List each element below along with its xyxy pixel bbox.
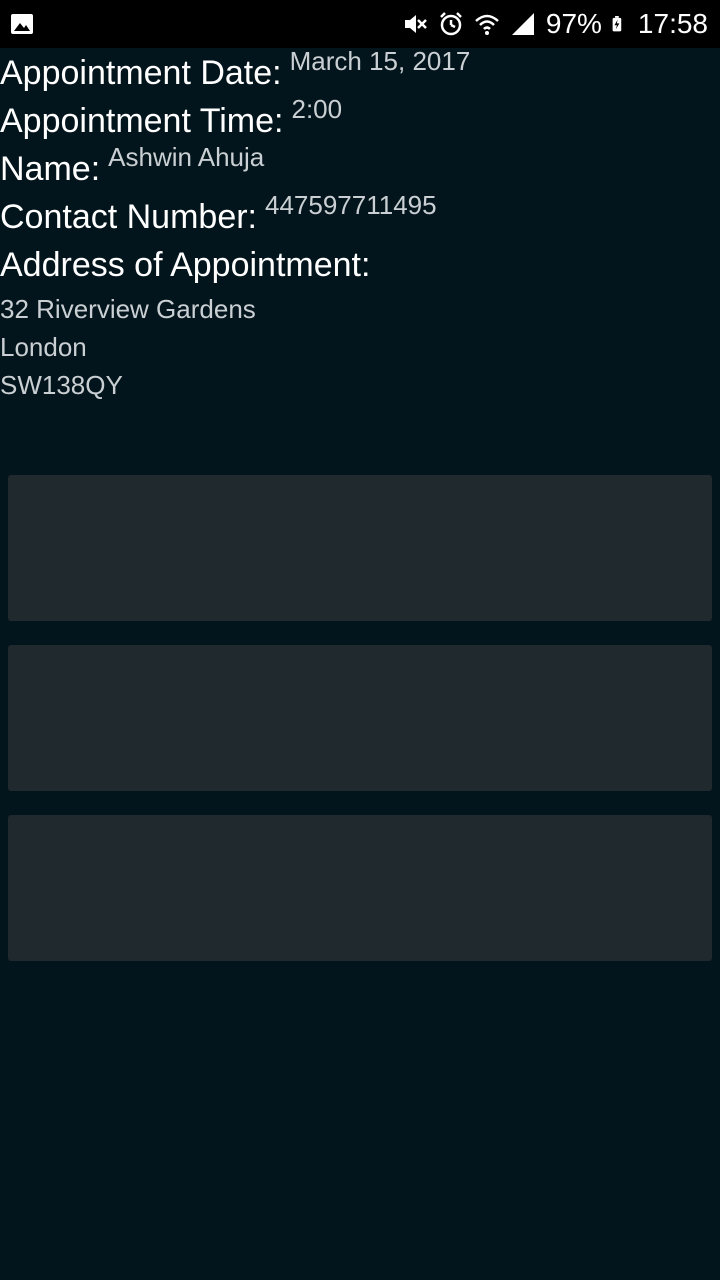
alarm-icon	[439, 12, 462, 36]
contact-number-row: Contact Number: 447597711495	[0, 190, 437, 237]
address-line-1: 32 Riverview Gardens	[0, 294, 256, 324]
battery-percent: 97%	[545, 8, 602, 39]
battery-charging-icon	[612, 16, 622, 32]
address-label: Address of Appointment:	[0, 246, 371, 284]
address-line-2: London	[0, 332, 87, 362]
action-button-1[interactable]	[8, 475, 712, 621]
address-row: Address of Appointment:	[0, 246, 370, 285]
action-button-2[interactable]	[8, 645, 712, 791]
wifi-icon	[475, 14, 499, 35]
image-icon	[11, 14, 33, 34]
action-button-3[interactable]	[8, 815, 712, 961]
appointment-time-value: 2:00	[291, 94, 343, 124]
address-line-3: SW138QY	[0, 370, 123, 400]
status-icons: 97% 17:58	[402, 0, 708, 48]
status-bar: 97% 17:58	[0, 0, 720, 48]
clock: 17:58	[637, 8, 708, 39]
signal-icon	[511, 13, 534, 35]
name-value: Ashwin Ahuja	[108, 142, 265, 172]
name-label: Name:	[0, 150, 101, 188]
appointment-time-label: Appointment Time:	[0, 102, 284, 140]
appointment-time-row: Appointment Time: 2:00	[0, 94, 342, 141]
contact-number-value: 447597711495	[265, 190, 437, 220]
name-row: Name: Ashwin Ahuja	[0, 142, 264, 189]
mute-icon	[404, 15, 427, 33]
appointment-date-row: Appointment Date: March 15, 2017	[0, 46, 470, 93]
appointment-date-label: Appointment Date:	[0, 54, 282, 92]
contact-number-label: Contact Number:	[0, 198, 257, 236]
appointment-date-value: March 15, 2017	[289, 46, 471, 76]
